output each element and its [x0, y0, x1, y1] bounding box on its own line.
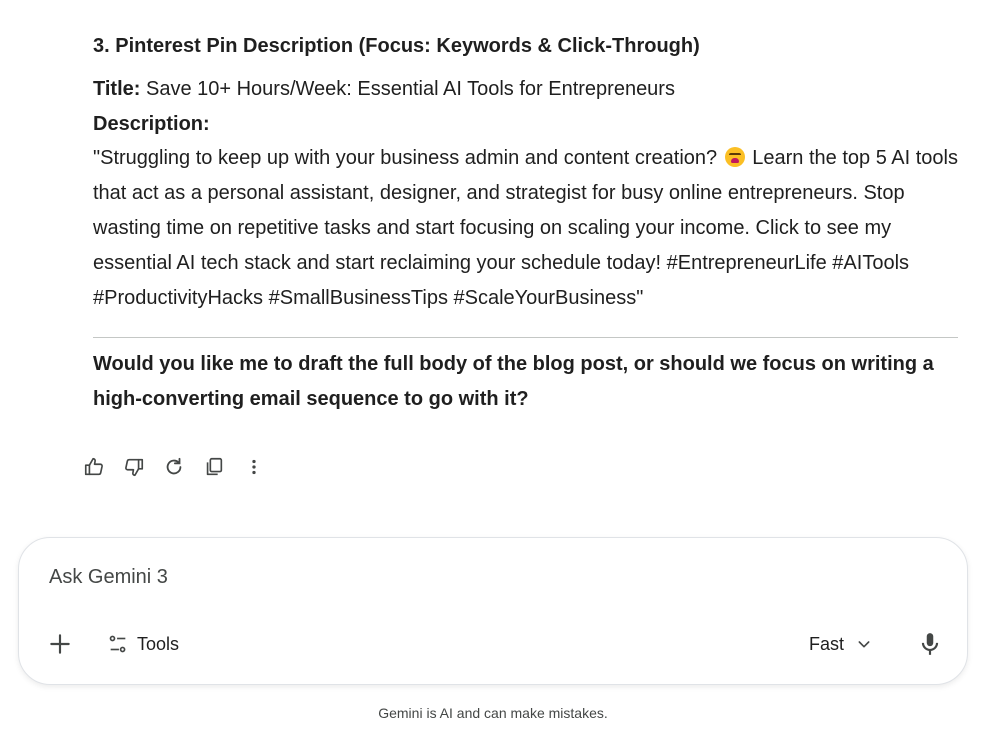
refresh-icon [166, 457, 182, 475]
title-value: Save 10+ Hours/Week: Essential AI Tools … [145, 78, 675, 100]
more-options-button[interactable] [241, 454, 267, 480]
regenerate-button[interactable] [161, 454, 187, 480]
description-label: Description: [93, 113, 210, 135]
title-label: Title: [93, 78, 141, 100]
closing-question: Would you like me to draft the full body… [93, 353, 934, 410]
more-vert-icon [252, 459, 256, 475]
tools-label: Tools [137, 633, 180, 654]
tools-button[interactable]: Tools [107, 631, 179, 657]
prompt-input[interactable]: Ask Gemini 3 [49, 566, 168, 589]
description-part-1: "Struggling to keep up with your busines… [93, 147, 718, 169]
disclaimer: Gemini is AI and can make mistakes. [378, 705, 608, 721]
thumbs-up-icon [84, 457, 103, 476]
good-response-button[interactable] [81, 454, 107, 480]
chevron-down-icon [858, 641, 870, 648]
divider [93, 337, 958, 338]
description-text: "Struggling to keep up with your busines… [93, 141, 959, 316]
description-part-2: Learn the top 5 AI tools that act as a p… [93, 147, 958, 309]
model-mode-selector[interactable]: Fast [809, 631, 872, 657]
bad-response-button[interactable] [121, 454, 147, 480]
mode-label: Fast [809, 633, 845, 654]
pin-title: Title: Save 10+ Hours/Week: Essential AI… [93, 75, 675, 103]
response-actions [81, 454, 267, 480]
tools-sliders-icon [109, 635, 126, 653]
microphone-icon[interactable] [917, 630, 943, 658]
tired-face-emoji-icon [724, 147, 745, 167]
copy-button[interactable] [201, 454, 227, 480]
copy-icon [206, 457, 223, 476]
prompt-composer[interactable]: Ask Gemini 3 Tools Fast [18, 537, 968, 685]
add-attachment-plus-icon[interactable] [47, 631, 73, 657]
thumbs-down-icon [125, 458, 144, 477]
section-heading: 3. Pinterest Pin Description (Focus: Key… [93, 35, 700, 57]
